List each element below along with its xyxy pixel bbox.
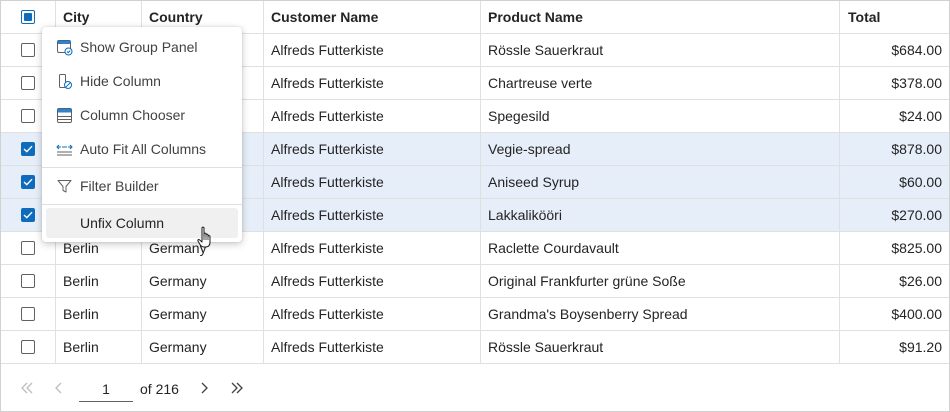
checkmark-icon xyxy=(23,211,33,219)
cell-customer-name: Alfreds Futterkiste xyxy=(263,298,480,330)
next-page-button[interactable] xyxy=(192,376,216,400)
column-header-label: Total xyxy=(848,9,881,25)
cell-total: $91.20 xyxy=(839,331,949,363)
cell-customer-name: Alfreds Futterkiste xyxy=(263,67,480,99)
cell-product-name: Grandma's Boysenberry Spread xyxy=(480,298,839,330)
menu-item-label: Filter Builder xyxy=(80,178,159,194)
row-checkbox[interactable] xyxy=(21,307,35,321)
checkmark-icon xyxy=(23,178,33,186)
cell-total: $378.00 xyxy=(839,67,949,99)
hide-column-icon xyxy=(59,74,72,89)
menu-item-label: Show Group Panel xyxy=(80,39,198,55)
column-header-label: Country xyxy=(149,9,203,25)
column-header-label: City xyxy=(63,9,90,25)
row-checkbox[interactable] xyxy=(21,76,35,90)
cell-product-name: Spegesild xyxy=(480,100,839,132)
cell-product-name: Chartreuse verte xyxy=(480,67,839,99)
row-checkbox[interactable] xyxy=(21,241,35,255)
menu-item-label: Unfix Column xyxy=(80,215,165,231)
cell-city: Berlin xyxy=(55,265,141,297)
cell-country: Germany xyxy=(141,331,263,363)
table-row[interactable]: Berlin Germany Alfreds Futterkiste Rössle S… xyxy=(1,331,949,364)
current-page-value: 1 xyxy=(102,380,110,397)
pager: 1 of 216 xyxy=(1,364,949,411)
menu-item-column-chooser[interactable]: Column Chooser xyxy=(46,100,238,130)
column-header-label: Customer Name xyxy=(271,9,379,25)
cell-country: Germany xyxy=(141,298,263,330)
cell-customer-name: Alfreds Futterkiste xyxy=(263,34,480,66)
page-number-input[interactable]: 1 xyxy=(79,376,133,402)
cell-product-name: Original Frankfurter grüne Soße xyxy=(480,265,839,297)
page-count-label: of 216 xyxy=(140,381,179,397)
row-select-cell xyxy=(1,298,55,330)
table-row[interactable]: Berlin Germany Alfreds Futterkiste Original… xyxy=(1,265,949,298)
cell-city: Berlin xyxy=(55,331,141,363)
cell-total: $270.00 xyxy=(839,199,949,231)
row-checkbox[interactable] xyxy=(21,274,35,288)
checkmark-icon xyxy=(23,145,33,153)
cell-product-name: Vegie-spread xyxy=(480,133,839,165)
select-all-checkbox[interactable] xyxy=(21,10,35,24)
group-panel-icon xyxy=(57,40,73,56)
filter-icon xyxy=(57,180,72,193)
row-checkbox[interactable] xyxy=(21,208,35,222)
menu-item-label: Column Chooser xyxy=(80,107,186,123)
cell-total: $24.00 xyxy=(839,100,949,132)
row-checkbox[interactable] xyxy=(21,340,35,354)
previous-page-button[interactable] xyxy=(47,376,71,400)
cell-total: $26.00 xyxy=(839,265,949,297)
column-context-menu: Show Group Panel Hide Column Column Choo… xyxy=(42,27,242,242)
chevron-left-icon xyxy=(55,382,62,394)
column-header-label: Product Name xyxy=(488,9,583,25)
menu-item-label: Hide Column xyxy=(80,73,161,89)
cell-product-name: Aniseed Syrup xyxy=(480,166,839,198)
row-checkbox[interactable] xyxy=(21,43,35,57)
column-chooser-icon xyxy=(57,108,72,123)
cell-product-name: Raclette Courdavault xyxy=(480,232,839,264)
cell-product-name: Rössle Sauerkraut xyxy=(480,331,839,363)
cell-product-name: Lakkalikööri xyxy=(480,199,839,231)
cell-total: $400.00 xyxy=(839,298,949,330)
menu-item-hide-column[interactable]: Hide Column xyxy=(46,66,238,96)
row-checkbox[interactable] xyxy=(21,109,35,123)
cell-customer-name: Alfreds Futterkiste xyxy=(263,265,480,297)
column-header-customer-name[interactable]: Customer Name xyxy=(263,1,480,33)
cell-country: Germany xyxy=(141,265,263,297)
chevron-double-right-icon xyxy=(231,382,243,394)
cell-customer-name: Alfreds Futterkiste xyxy=(263,100,480,132)
cell-customer-name: Alfreds Futterkiste xyxy=(263,232,480,264)
cell-customer-name: Alfreds Futterkiste xyxy=(263,133,480,165)
row-checkbox[interactable] xyxy=(21,142,35,156)
cell-product-name: Rössle Sauerkraut xyxy=(480,34,839,66)
cell-city: Berlin xyxy=(55,298,141,330)
column-header-product-name[interactable]: Product Name xyxy=(480,1,839,33)
cell-customer-name: Alfreds Futterkiste xyxy=(263,331,480,363)
row-select-cell xyxy=(1,265,55,297)
menu-item-label: Auto Fit All Columns xyxy=(80,141,207,157)
menu-item-filter-builder[interactable]: Filter Builder xyxy=(46,171,238,201)
table-row[interactable]: Berlin Germany Alfreds Futterkiste Grandma'… xyxy=(1,298,949,331)
row-checkbox[interactable] xyxy=(21,175,35,189)
first-page-button[interactable] xyxy=(15,376,39,400)
menu-item-show-group-panel[interactable]: Show Group Panel xyxy=(46,32,238,62)
menu-divider xyxy=(42,167,242,168)
cell-customer-name: Alfreds Futterkiste xyxy=(263,166,480,198)
chevron-right-icon xyxy=(201,382,208,394)
hand-cursor-icon xyxy=(197,226,211,248)
cell-customer-name: Alfreds Futterkiste xyxy=(263,199,480,231)
menu-item-auto-fit-all-columns[interactable]: Auto Fit All Columns xyxy=(46,134,238,164)
chevron-double-left-icon xyxy=(21,382,33,394)
cell-total: $60.00 xyxy=(839,166,949,198)
cell-total: $878.00 xyxy=(839,133,949,165)
column-header-total[interactable]: Total xyxy=(839,1,949,33)
last-page-button[interactable] xyxy=(225,376,249,400)
cell-total: $684.00 xyxy=(839,34,949,66)
row-select-cell xyxy=(1,331,55,363)
cell-total: $825.00 xyxy=(839,232,949,264)
auto-fit-icon xyxy=(56,144,73,156)
menu-divider xyxy=(42,204,242,205)
